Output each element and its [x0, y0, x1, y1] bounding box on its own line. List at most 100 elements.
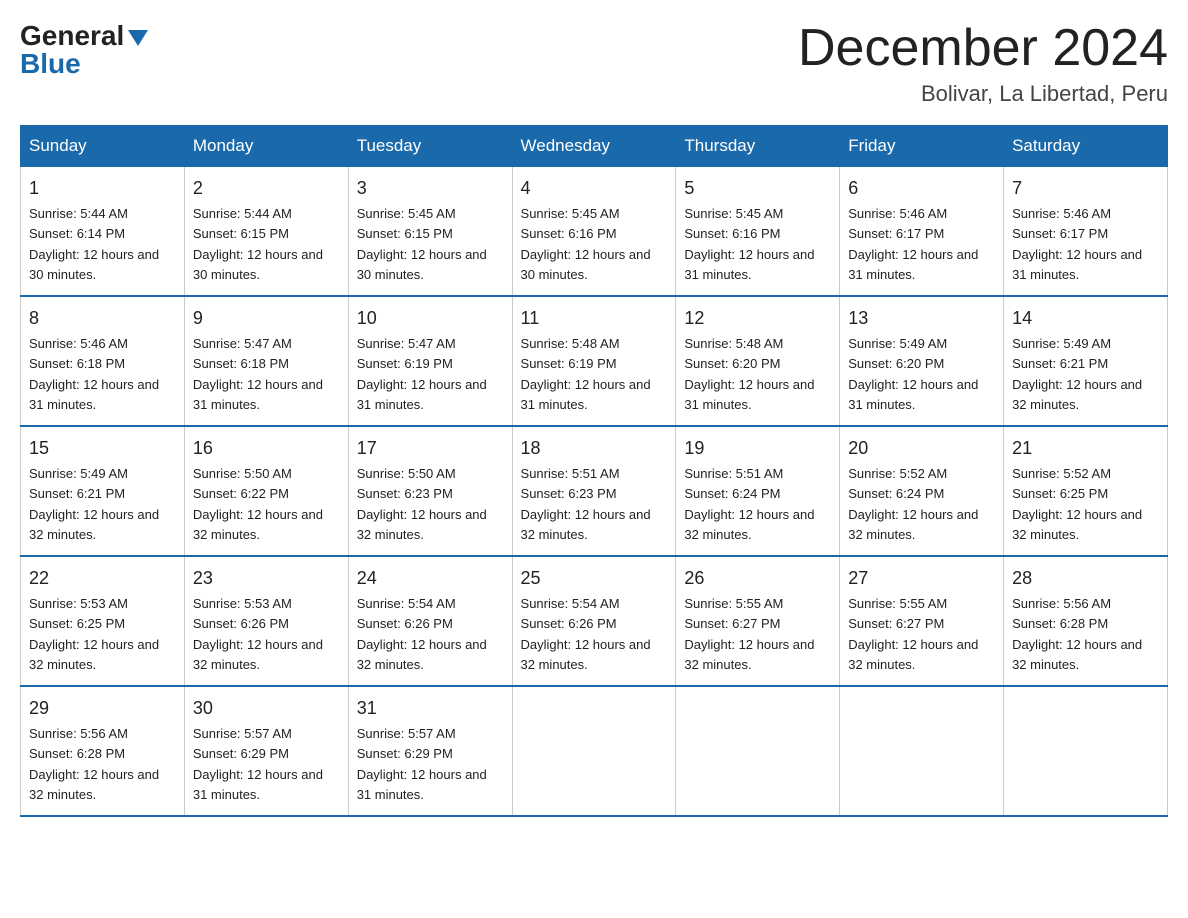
header: General Blue December 2024 Bolivar, La L…	[20, 20, 1168, 107]
day-number: 7	[1012, 175, 1159, 202]
day-cell: 5 Sunrise: 5:45 AMSunset: 6:16 PMDaylight…	[676, 167, 840, 297]
header-saturday: Saturday	[1004, 126, 1168, 167]
day-info: Sunrise: 5:52 AMSunset: 6:24 PMDaylight:…	[848, 466, 978, 542]
day-cell: 12Sunrise: 5:48 AMSunset: 6:20 PMDayligh…	[676, 296, 840, 426]
day-info: Sunrise: 5:55 AMSunset: 6:27 PMDaylight:…	[848, 596, 978, 672]
logo-triangle-icon	[128, 30, 148, 46]
day-cell: 26 Sunrise: 5:55 AMSunset: 6:27 PMDayligh…	[676, 556, 840, 686]
day-cell: 6 Sunrise: 5:46 AMSunset: 6:17 PMDaylight…	[840, 167, 1004, 297]
day-number: 17	[357, 435, 504, 462]
day-info: Sunrise: 5:55 AMSunset: 6:27 PMDaylight:…	[684, 596, 814, 672]
day-cell: 29 Sunrise: 5:56 AMSunset: 6:28 PMDayligh…	[21, 686, 185, 816]
day-cell: 19 Sunrise: 5:51 AMSunset: 6:24 PMDayligh…	[676, 426, 840, 556]
day-info: Sunrise: 5:47 AMSunset: 6:18 PMDaylight:…	[193, 336, 323, 412]
day-info: Sunrise: 5:49 AMSunset: 6:21 PMDaylight:…	[1012, 336, 1142, 412]
day-cell: 22 Sunrise: 5:53 AMSunset: 6:25 PMDayligh…	[21, 556, 185, 686]
day-cell: 27 Sunrise: 5:55 AMSunset: 6:27 PMDayligh…	[840, 556, 1004, 686]
day-number: 12	[684, 305, 831, 332]
day-info: Sunrise: 5:56 AMSunset: 6:28 PMDaylight:…	[1012, 596, 1142, 672]
day-number: 29	[29, 695, 176, 722]
day-cell: 18 Sunrise: 5:51 AMSunset: 6:23 PMDayligh…	[512, 426, 676, 556]
day-number: 25	[521, 565, 668, 592]
day-info: Sunrise: 5:50 AMSunset: 6:23 PMDaylight:…	[357, 466, 487, 542]
day-info: Sunrise: 5:56 AMSunset: 6:28 PMDaylight:…	[29, 726, 159, 802]
header-sunday: Sunday	[21, 126, 185, 167]
day-number: 10	[357, 305, 504, 332]
day-cell: 8 Sunrise: 5:46 AMSunset: 6:18 PMDaylight…	[21, 296, 185, 426]
day-cell: 15 Sunrise: 5:49 AMSunset: 6:21 PMDayligh…	[21, 426, 185, 556]
week-row-5: 29 Sunrise: 5:56 AMSunset: 6:28 PMDayligh…	[21, 686, 1168, 816]
header-monday: Monday	[184, 126, 348, 167]
header-friday: Friday	[840, 126, 1004, 167]
day-number: 4	[521, 175, 668, 202]
header-wednesday: Wednesday	[512, 126, 676, 167]
day-info: Sunrise: 5:45 AMSunset: 6:16 PMDaylight:…	[684, 206, 814, 282]
week-row-2: 8 Sunrise: 5:46 AMSunset: 6:18 PMDaylight…	[21, 296, 1168, 426]
week-row-1: 1 Sunrise: 5:44 AMSunset: 6:14 PMDaylight…	[21, 167, 1168, 297]
day-info: Sunrise: 5:51 AMSunset: 6:24 PMDaylight:…	[684, 466, 814, 542]
day-number: 28	[1012, 565, 1159, 592]
day-info: Sunrise: 5:53 AMSunset: 6:25 PMDaylight:…	[29, 596, 159, 672]
location-title: Bolivar, La Libertad, Peru	[798, 81, 1168, 107]
day-cell: 24Sunrise: 5:54 AMSunset: 6:26 PMDayligh…	[348, 556, 512, 686]
day-number: 19	[684, 435, 831, 462]
day-number: 3	[357, 175, 504, 202]
week-row-4: 22 Sunrise: 5:53 AMSunset: 6:25 PMDayligh…	[21, 556, 1168, 686]
day-cell: 4Sunrise: 5:45 AMSunset: 6:16 PMDaylight…	[512, 167, 676, 297]
day-number: 16	[193, 435, 340, 462]
week-row-3: 15 Sunrise: 5:49 AMSunset: 6:21 PMDayligh…	[21, 426, 1168, 556]
day-number: 6	[848, 175, 995, 202]
day-info: Sunrise: 5:54 AMSunset: 6:26 PMDaylight:…	[521, 596, 651, 672]
day-info: Sunrise: 5:46 AMSunset: 6:17 PMDaylight:…	[848, 206, 978, 282]
day-info: Sunrise: 5:47 AMSunset: 6:19 PMDaylight:…	[357, 336, 487, 412]
day-cell: 2Sunrise: 5:44 AMSunset: 6:15 PMDaylight…	[184, 167, 348, 297]
day-number: 23	[193, 565, 340, 592]
day-info: Sunrise: 5:48 AMSunset: 6:19 PMDaylight:…	[521, 336, 651, 412]
day-info: Sunrise: 5:57 AMSunset: 6:29 PMDaylight:…	[193, 726, 323, 802]
calendar-table: SundayMondayTuesdayWednesdayThursdayFrid…	[20, 125, 1168, 817]
day-number: 14	[1012, 305, 1159, 332]
day-cell: 7Sunrise: 5:46 AMSunset: 6:17 PMDaylight…	[1004, 167, 1168, 297]
day-number: 8	[29, 305, 176, 332]
day-cell: 16 Sunrise: 5:50 AMSunset: 6:22 PMDayligh…	[184, 426, 348, 556]
day-cell: 20 Sunrise: 5:52 AMSunset: 6:24 PMDayligh…	[840, 426, 1004, 556]
day-cell: 3 Sunrise: 5:45 AMSunset: 6:15 PMDaylight…	[348, 167, 512, 297]
title-area: December 2024 Bolivar, La Libertad, Peru	[798, 20, 1168, 107]
day-info: Sunrise: 5:51 AMSunset: 6:23 PMDaylight:…	[521, 466, 651, 542]
calendar-header-row: SundayMondayTuesdayWednesdayThursdayFrid…	[21, 126, 1168, 167]
day-number: 1	[29, 175, 176, 202]
day-cell: 10 Sunrise: 5:47 AMSunset: 6:19 PMDayligh…	[348, 296, 512, 426]
day-number: 22	[29, 565, 176, 592]
day-number: 24	[357, 565, 504, 592]
day-info: Sunrise: 5:50 AMSunset: 6:22 PMDaylight:…	[193, 466, 323, 542]
day-info: Sunrise: 5:53 AMSunset: 6:26 PMDaylight:…	[193, 596, 323, 672]
day-info: Sunrise: 5:49 AMSunset: 6:20 PMDaylight:…	[848, 336, 978, 412]
day-number: 18	[521, 435, 668, 462]
day-cell: 9Sunrise: 5:47 AMSunset: 6:18 PMDaylight…	[184, 296, 348, 426]
day-cell	[512, 686, 676, 816]
day-number: 26	[684, 565, 831, 592]
day-number: 21	[1012, 435, 1159, 462]
day-number: 5	[684, 175, 831, 202]
day-info: Sunrise: 5:49 AMSunset: 6:21 PMDaylight:…	[29, 466, 159, 542]
day-cell: 25 Sunrise: 5:54 AMSunset: 6:26 PMDayligh…	[512, 556, 676, 686]
month-title: December 2024	[798, 20, 1168, 77]
day-cell: 17 Sunrise: 5:50 AMSunset: 6:23 PMDayligh…	[348, 426, 512, 556]
day-number: 15	[29, 435, 176, 462]
logo: General Blue	[20, 20, 148, 80]
day-cell: 14 Sunrise: 5:49 AMSunset: 6:21 PMDayligh…	[1004, 296, 1168, 426]
day-number: 20	[848, 435, 995, 462]
logo-blue-text: Blue	[20, 48, 81, 80]
day-number: 11	[521, 305, 668, 332]
day-number: 27	[848, 565, 995, 592]
day-cell	[1004, 686, 1168, 816]
header-thursday: Thursday	[676, 126, 840, 167]
day-info: Sunrise: 5:46 AMSunset: 6:18 PMDaylight:…	[29, 336, 159, 412]
day-number: 30	[193, 695, 340, 722]
day-cell: 28 Sunrise: 5:56 AMSunset: 6:28 PMDayligh…	[1004, 556, 1168, 686]
day-cell: 1 Sunrise: 5:44 AMSunset: 6:14 PMDaylight…	[21, 167, 185, 297]
day-info: Sunrise: 5:44 AMSunset: 6:14 PMDaylight:…	[29, 206, 159, 282]
day-info: Sunrise: 5:45 AMSunset: 6:15 PMDaylight:…	[357, 206, 487, 282]
day-cell: 23 Sunrise: 5:53 AMSunset: 6:26 PMDayligh…	[184, 556, 348, 686]
day-cell	[676, 686, 840, 816]
